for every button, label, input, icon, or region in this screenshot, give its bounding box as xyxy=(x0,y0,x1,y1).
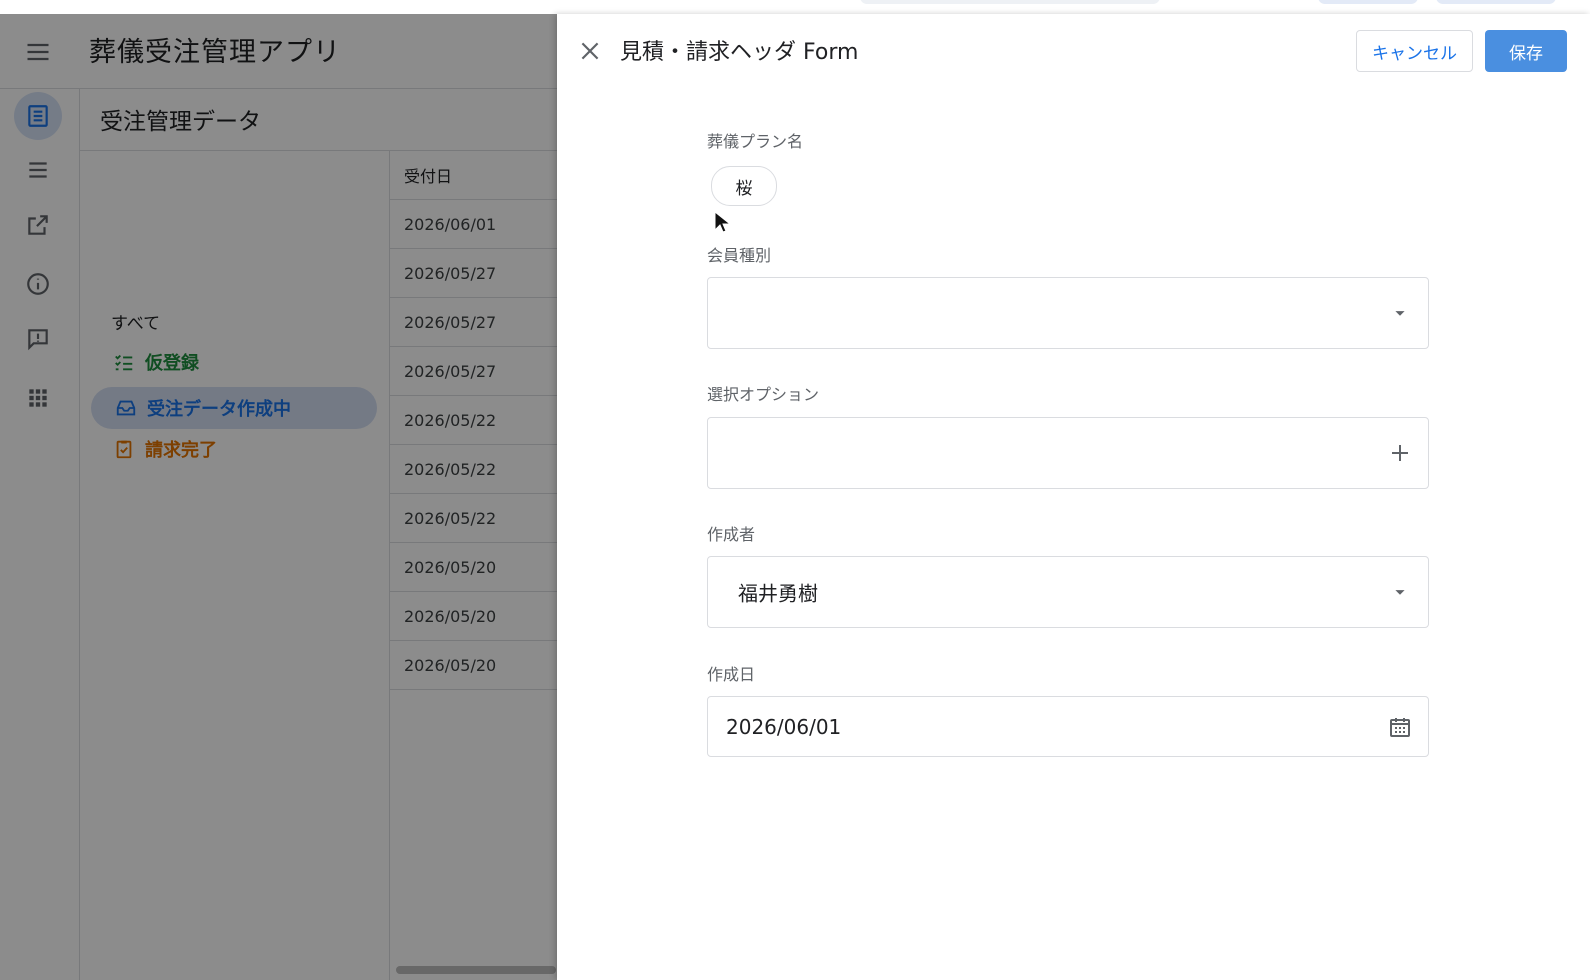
member-type-select[interactable] xyxy=(707,277,1429,349)
browser-button-edge xyxy=(1436,0,1556,4)
form-dialog: 見積・請求ヘッダ Form キャンセル 保存 葬儀プラン名 桜 会員種別 選択オ… xyxy=(557,14,1590,980)
dropdown-arrow-icon xyxy=(1386,299,1414,327)
author-select[interactable]: 福井勇樹 xyxy=(707,556,1429,628)
created-date-value: 2026/06/01 xyxy=(726,714,842,739)
dialog-title: 見積・請求ヘッダ Form xyxy=(620,40,859,65)
created-date-label: 作成日 xyxy=(707,665,756,684)
author-value: 福井勇樹 xyxy=(738,581,818,606)
plan-chip[interactable]: 桜 xyxy=(711,166,777,206)
mouse-cursor-icon xyxy=(714,211,730,233)
plan-label: 葬儀プラン名 xyxy=(707,132,804,151)
cancel-button[interactable]: キャンセル xyxy=(1356,30,1473,72)
options-field[interactable] xyxy=(707,417,1429,489)
created-date-input[interactable]: 2026/06/01 xyxy=(707,696,1429,757)
address-bar-edge xyxy=(860,0,1160,4)
add-icon[interactable] xyxy=(1386,439,1414,467)
author-label: 作成者 xyxy=(707,525,756,544)
browser-top-strip xyxy=(0,0,1590,15)
dropdown-arrow-icon xyxy=(1386,578,1414,606)
modal-scrim[interactable] xyxy=(0,14,557,980)
close-icon[interactable] xyxy=(575,36,605,66)
calendar-icon[interactable] xyxy=(1386,713,1414,741)
options-label: 選択オプション xyxy=(707,385,820,404)
save-button[interactable]: 保存 xyxy=(1485,30,1567,72)
member-type-label: 会員種別 xyxy=(707,246,772,265)
browser-button-edge xyxy=(1318,0,1418,4)
